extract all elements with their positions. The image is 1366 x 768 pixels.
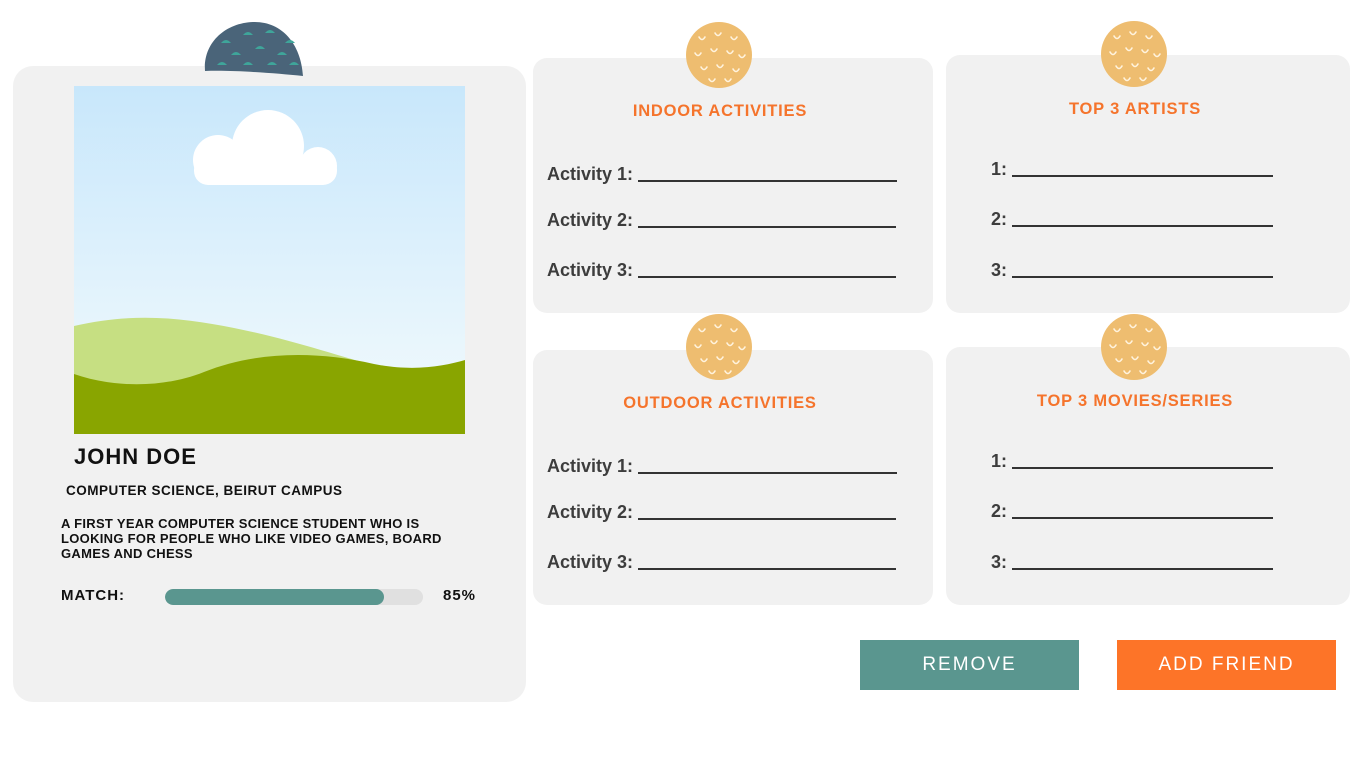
orange-pin-decoration — [686, 314, 752, 380]
artist-3-field[interactable]: 3: — [991, 260, 1274, 281]
artist-2-label: 2: — [991, 209, 1008, 229]
top-artists-title: TOP 3 ARTISTS — [1068, 100, 1202, 118]
artist-1-line[interactable] — [1012, 175, 1274, 177]
indoor-activities-title: INDOOR ACTIVITIES — [632, 102, 808, 120]
movie-1-field[interactable]: 1: — [991, 451, 1274, 472]
indoor-activity-1-field[interactable]: Activity 1: — [547, 164, 898, 185]
add-friend-button[interactable]: ADD FRIEND — [1117, 640, 1336, 690]
outdoor-activity-1-label: Activity 1: — [547, 456, 634, 476]
indoor-activity-3-line[interactable] — [638, 276, 897, 278]
indoor-activity-2-field[interactable]: Activity 2: — [547, 210, 897, 231]
outdoor-activities-title: OUTDOOR ACTIVITIES — [623, 394, 817, 412]
dark-pin-decoration — [204, 21, 303, 76]
outdoor-activity-3-label: Activity 3: — [547, 552, 634, 572]
match-progress-fill — [165, 589, 385, 605]
profile-photo — [74, 86, 465, 434]
orange-pin-decoration — [686, 22, 752, 88]
indoor-activity-3-field[interactable]: Activity 3: — [547, 260, 897, 281]
outdoor-activity-1-field[interactable]: Activity 1: — [547, 456, 898, 477]
indoor-activity-2-label: Activity 2: — [547, 210, 634, 230]
orange-pin-decoration — [1101, 314, 1167, 380]
indoor-activity-1-label: Activity 1: — [547, 164, 634, 184]
outdoor-activity-3-field[interactable]: Activity 3: — [547, 552, 897, 573]
match-progress-bar — [165, 589, 423, 605]
outdoor-activity-2-label: Activity 2: — [547, 502, 634, 522]
indoor-activity-1-line[interactable] — [638, 180, 898, 182]
artist-2-line[interactable] — [1012, 225, 1274, 227]
movie-2-label: 2: — [991, 501, 1008, 521]
artist-1-label: 1: — [991, 159, 1008, 179]
profile-program: COMPUTER SCIENCE, BEIRUT CAMPUS — [66, 483, 343, 498]
movie-2-field[interactable]: 2: — [991, 501, 1274, 522]
movie-1-line[interactable] — [1012, 467, 1274, 469]
profile-name: JOHN DOE — [74, 444, 197, 469]
outdoor-activity-2-field[interactable]: Activity 2: — [547, 502, 897, 523]
top-movies-title: TOP 3 MOVIES/SERIES — [1036, 392, 1234, 410]
movie-1-label: 1: — [991, 451, 1008, 471]
outdoor-activity-3-line[interactable] — [638, 568, 897, 570]
artist-3-label: 3: — [991, 260, 1008, 280]
remove-button[interactable]: REMOVE — [860, 640, 1079, 690]
orange-pin-decoration — [1101, 21, 1167, 87]
movie-2-line[interactable] — [1012, 517, 1274, 519]
match-label: MATCH: — [61, 587, 126, 604]
movie-3-label: 3: — [991, 552, 1008, 572]
indoor-activity-3-label: Activity 3: — [547, 260, 634, 280]
outdoor-activity-1-line[interactable] — [638, 472, 898, 474]
indoor-activity-2-line[interactable] — [638, 226, 897, 228]
artist-2-field[interactable]: 2: — [991, 209, 1274, 230]
outdoor-activity-2-line[interactable] — [638, 518, 897, 520]
movie-3-line[interactable] — [1012, 568, 1274, 570]
artist-3-line[interactable] — [1012, 276, 1274, 278]
profile-bio: A FIRST YEAR COMPUTER SCIENCE STUDENT WH… — [61, 516, 442, 561]
match-percentage: 85% — [443, 587, 477, 604]
artist-1-field[interactable]: 1: — [991, 159, 1274, 180]
movie-3-field[interactable]: 3: — [991, 552, 1274, 573]
